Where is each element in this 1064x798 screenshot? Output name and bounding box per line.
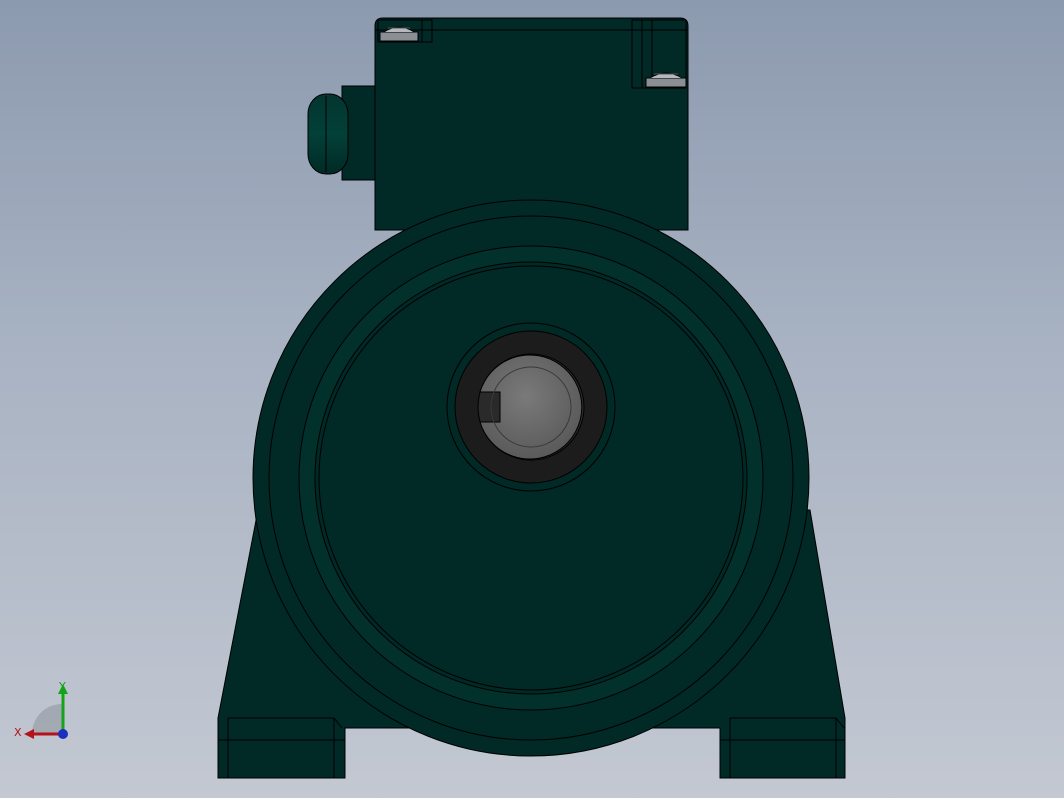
triad-plane (32, 704, 62, 734)
x-axis-label: X (14, 726, 22, 739)
cable-gland (307, 85, 379, 181)
terminal-box (374, 17, 689, 231)
motor-model[interactable] (0, 0, 1064, 798)
cad-viewport[interactable]: Y X (0, 0, 1064, 798)
z-axis-dot (58, 729, 68, 739)
orientation-triad[interactable]: Y X (10, 676, 80, 748)
y-axis-label: Y (58, 680, 66, 693)
x-axis-head (24, 729, 34, 739)
